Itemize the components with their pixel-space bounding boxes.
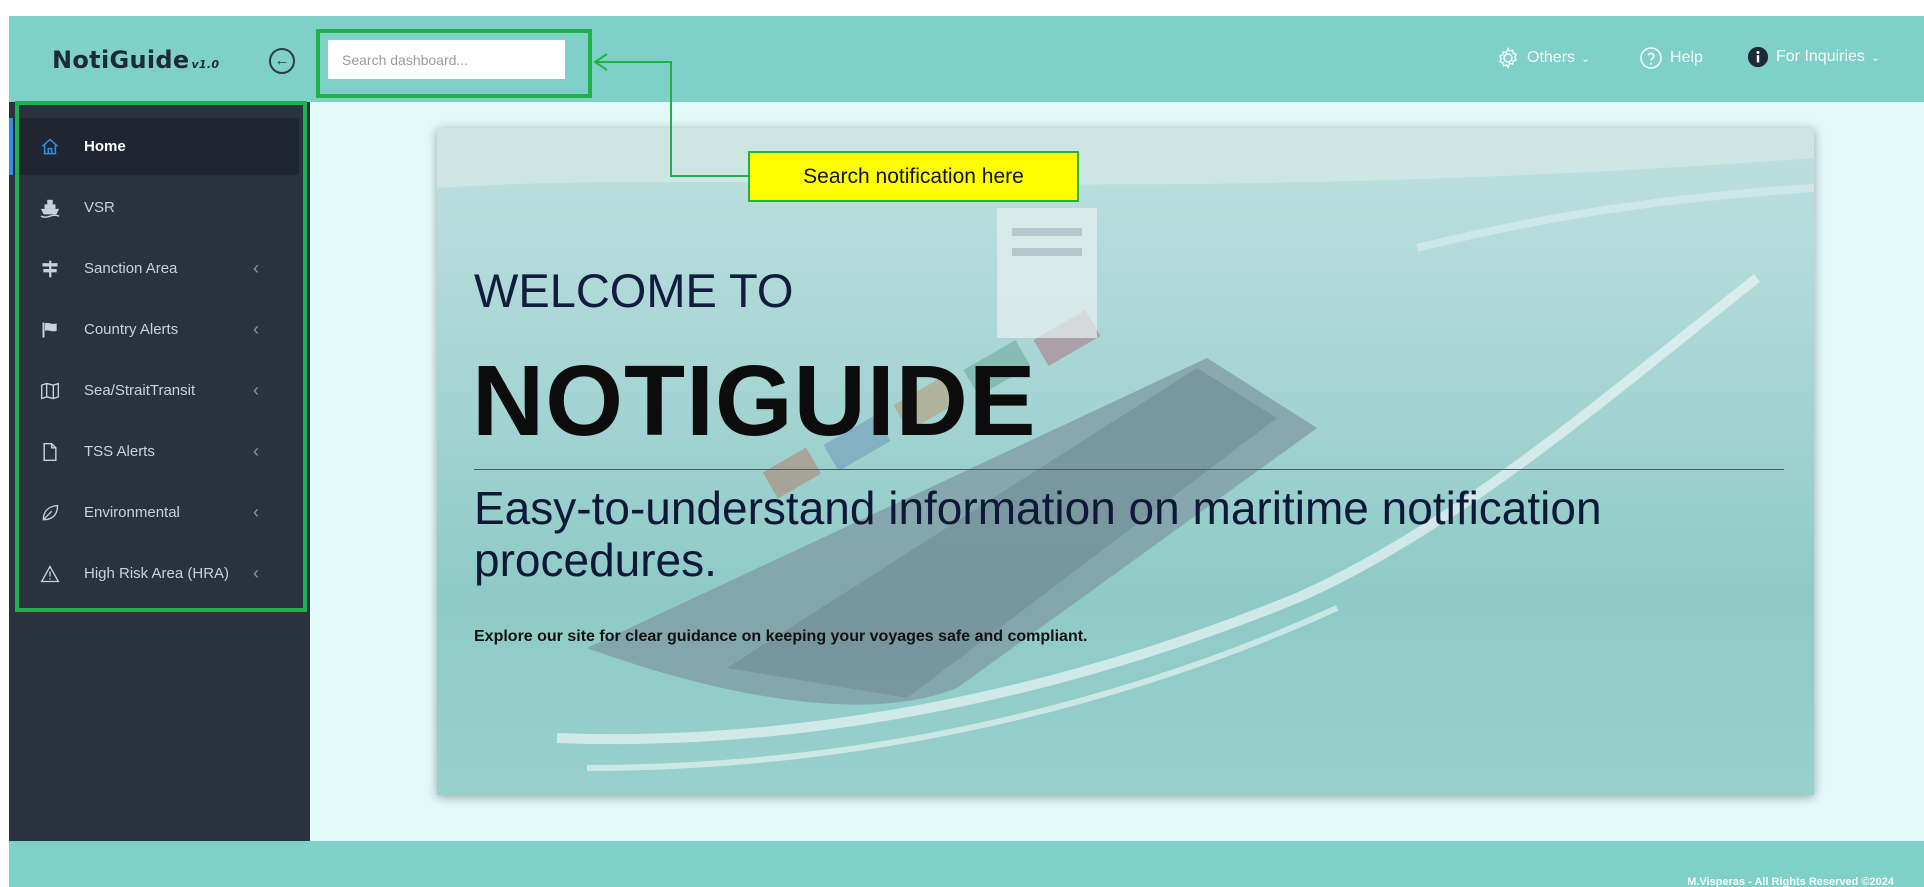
sidebar-item-sea-strait-transit[interactable]: Sea/StraitTransit ‹ (9, 362, 299, 419)
chevron-left-icon: ‹ (253, 380, 259, 400)
sidebar-item-label: Environmental (84, 504, 180, 521)
sidebar-item-environmental[interactable]: Environmental ‹ (9, 484, 299, 541)
document-icon (39, 441, 61, 463)
chevron-left-icon: ‹ (253, 258, 259, 278)
hero-banner: WELCOME TO NOTIGUIDE Easy-to-understand … (437, 128, 1814, 795)
chevron-down-icon: ⌄ (1581, 52, 1591, 65)
search-callout-label: Search notification here (748, 151, 1079, 202)
sidebar-item-label: TSS Alerts (84, 443, 155, 460)
sidebar-item-label: High Risk Area (HRA) (84, 565, 230, 582)
sidebar-item-home[interactable]: Home (9, 118, 299, 175)
sidebar-item-vsr[interactable]: VSR (9, 179, 299, 236)
help-circle-icon (1640, 47, 1662, 69)
hero-title: NOTIGUIDE (472, 345, 1037, 457)
top-header: NotiGuidev1.0 ← Others ⌄ Help For Inquir… (9, 16, 1924, 102)
map-icon (39, 380, 61, 402)
search-highlight-box (316, 29, 592, 98)
chevron-left-icon: ‹ (253, 319, 259, 339)
home-icon (39, 136, 61, 158)
sidebar: Home VSR Sanction Area ‹ Country Alerts … (9, 102, 310, 857)
app-window: NotiGuidev1.0 ← Others ⌄ Help For Inquir… (9, 16, 1924, 887)
sidebar-item-label: Home (84, 138, 126, 155)
ship-icon (39, 197, 61, 219)
signpost-icon (39, 258, 61, 280)
brand-version: v1.0 (191, 58, 220, 71)
sidebar-item-sanction-area[interactable]: Sanction Area ‹ (9, 240, 299, 297)
nav-others[interactable]: Others ⌄ (1496, 46, 1590, 70)
nav-others-label: Others (1527, 49, 1576, 66)
sidebar-item-high-risk-area[interactable]: High Risk Area (HRA) ‹ (9, 545, 299, 602)
footer (9, 841, 1924, 887)
nav-help[interactable]: Help (1639, 46, 1703, 70)
flag-icon (39, 319, 61, 341)
sidebar-item-label: VSR (84, 199, 115, 216)
nav-help-label: Help (1670, 49, 1703, 66)
chevron-left-icon: ‹ (253, 502, 259, 522)
sidebar-item-country-alerts[interactable]: Country Alerts ‹ (9, 301, 299, 358)
brand-logo[interactable]: NotiGuide v1.0 (52, 46, 219, 74)
warning-icon (39, 563, 61, 585)
nav-for-inquiries[interactable]: For Inquiries ⌄ (1747, 46, 1880, 68)
sidebar-collapse-button[interactable]: ← (269, 48, 295, 74)
chevron-left-icon: ‹ (253, 441, 259, 461)
hero-subtitle: Easy-to-understand information on mariti… (474, 482, 1602, 586)
hero-divider (474, 469, 1784, 470)
chevron-down-icon: ⌄ (1870, 51, 1881, 64)
window-top-strip (0, 0, 1924, 16)
hero-welcome-text: WELCOME TO (474, 264, 794, 317)
gear-icon (1498, 46, 1518, 70)
sidebar-item-label: Sea/StraitTransit (84, 382, 196, 399)
nav-for-inquiries-label: For Inquiries (1776, 48, 1865, 65)
info-icon (1747, 46, 1769, 68)
sidebar-item-label: Sanction Area (84, 260, 178, 277)
sidebar-item-label: Country Alerts (84, 321, 179, 338)
sidebar-item-tss-alerts[interactable]: TSS Alerts ‹ (9, 423, 299, 480)
chevron-left-icon: ‹ (253, 563, 259, 583)
active-indicator (9, 118, 13, 175)
hero-tagline: Explore our site for clear guidance on k… (474, 628, 1088, 645)
container-ship-image (437, 128, 1814, 771)
leaf-icon (39, 502, 61, 524)
arrow-left-icon: ← (274, 52, 290, 69)
copyright-text: M.Visperas - All Rights Reserved ©2024 (1687, 876, 1894, 887)
brand-name: NotiGuide (52, 46, 190, 74)
